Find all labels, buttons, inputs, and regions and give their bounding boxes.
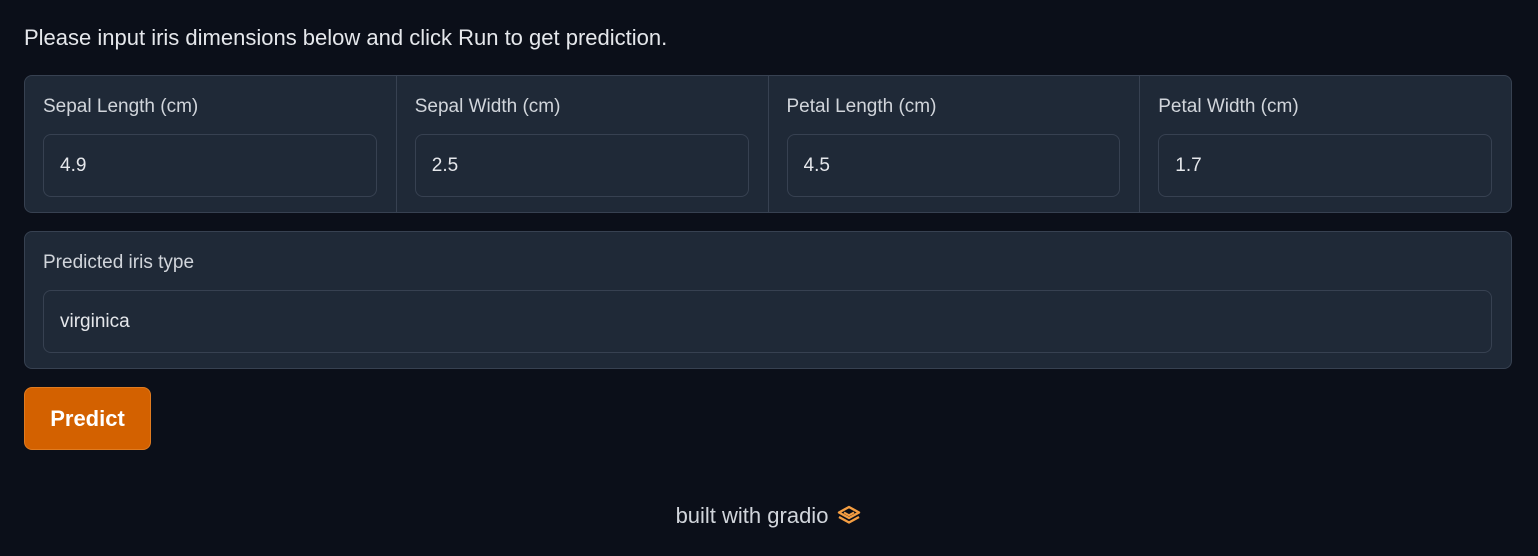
petal-length-field: Petal Length (cm) — [769, 76, 1141, 212]
petal-length-input[interactable] — [786, 134, 1121, 197]
sepal-length-input[interactable] — [43, 134, 377, 197]
sepal-length-field: Sepal Length (cm) — [25, 76, 397, 212]
sepal-width-label: Sepal Width (cm) — [414, 96, 561, 117]
sepal-width-field: Sepal Width (cm) — [397, 76, 769, 212]
predict-button[interactable]: Predict — [24, 387, 151, 450]
prediction-output-panel: Predicted iris type virginica — [24, 231, 1512, 369]
sepal-length-label: Sepal Length (cm) — [43, 96, 199, 117]
gradio-logo-icon — [836, 503, 862, 529]
sepal-width-input[interactable] — [414, 134, 749, 197]
prediction-output-label: Predicted iris type — [43, 252, 195, 273]
footer: built with gradio — [0, 503, 1538, 529]
petal-width-input[interactable] — [1158, 134, 1492, 197]
instructions-text: Please input iris dimensions below and c… — [24, 25, 668, 50]
petal-width-field: Petal Width (cm) — [1140, 76, 1511, 212]
petal-width-label: Petal Width (cm) — [1158, 96, 1299, 117]
petal-length-label: Petal Length (cm) — [786, 96, 937, 117]
input-fields-row: Sepal Length (cm) Sepal Width (cm) Petal… — [24, 75, 1512, 213]
footer-text[interactable]: built with gradio — [676, 503, 829, 529]
prediction-output-value[interactable]: virginica — [43, 290, 1492, 353]
